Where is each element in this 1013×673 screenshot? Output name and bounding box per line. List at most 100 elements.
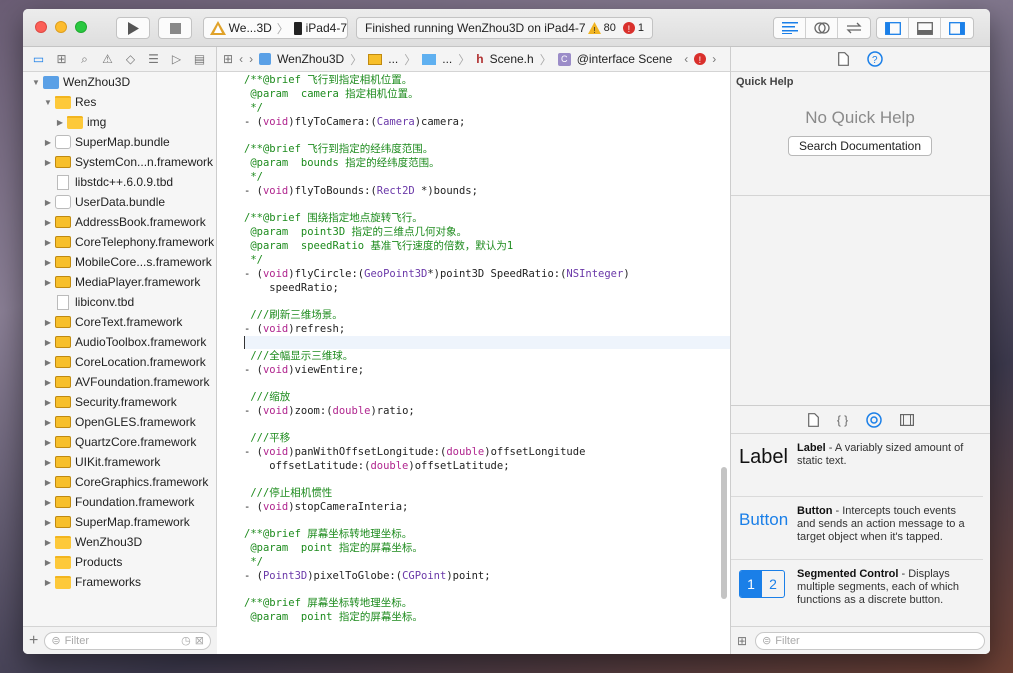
nav-item[interactable]: ▶ SuperMap.bundle (23, 132, 216, 152)
file-template-icon[interactable] (807, 412, 819, 427)
nav-item[interactable]: ▶ WenZhou3D (23, 532, 216, 552)
nav-item[interactable]: ▶ SystemCon...n.framework (23, 152, 216, 172)
disclosure-closed-icon[interactable]: ▶ (43, 238, 53, 247)
back-icon[interactable]: ‹ (239, 52, 243, 66)
nav-item[interactable]: ▶ UserData.bundle (23, 192, 216, 212)
disclosure-closed-icon[interactable]: ▶ (43, 518, 53, 527)
editor-scrollbar[interactable] (721, 467, 727, 599)
nav-item[interactable]: ▶ img (23, 112, 216, 132)
jumpbar-crumb-3[interactable]: ... (442, 52, 452, 66)
disclosure-closed-icon[interactable]: ▶ (43, 158, 53, 167)
nav-item[interactable]: ▶ Foundation.framework (23, 492, 216, 512)
search-documentation-button[interactable]: Search Documentation (787, 136, 933, 156)
nav-item[interactable]: ▶ Products (23, 552, 216, 572)
library-item-label[interactable]: Label Label - A variably sized amount of… (731, 434, 983, 497)
toggle-navigator-button[interactable] (877, 18, 909, 38)
nav-item[interactable]: libstdc++.6.0.9.tbd (23, 172, 216, 192)
disclosure-closed-icon[interactable]: ▶ (43, 218, 53, 227)
library-filter[interactable]: ⊜ Filter (755, 631, 985, 650)
navigator-filter[interactable]: ⊜ Filter ◷ ⊠ (44, 631, 211, 650)
disclosure-closed-icon[interactable]: ▶ (43, 398, 53, 407)
error-count[interactable]: 1 (638, 22, 644, 34)
disclosure-closed-icon[interactable]: ▶ (43, 358, 53, 367)
disclosure-open-icon[interactable]: ▼ (43, 98, 53, 107)
code-snippet-icon[interactable]: { } (837, 413, 848, 427)
nav-item[interactable]: ▶ MediaPlayer.framework (23, 272, 216, 292)
previous-issue-icon[interactable]: ‹ (684, 52, 688, 66)
disclosure-closed-icon[interactable]: ▶ (43, 338, 53, 347)
jumpbar-project[interactable]: WenZhou3D (277, 52, 344, 66)
toggle-inspector-button[interactable] (941, 18, 973, 38)
issue-error-icon[interactable]: ! (694, 53, 707, 65)
nav-item[interactable]: libiconv.tbd (23, 292, 216, 312)
disclosure-closed-icon[interactable]: ▶ (43, 278, 53, 287)
test-tab-icon[interactable]: ◇ (120, 52, 141, 66)
quick-help-icon[interactable]: ? (867, 51, 883, 67)
nav-item[interactable]: ▶ Security.framework (23, 392, 216, 412)
disclosure-closed-icon[interactable]: ▶ (43, 418, 53, 427)
nav-item[interactable]: ▶ CoreText.framework (23, 312, 216, 332)
file-inspector-icon[interactable] (838, 52, 849, 66)
breakpoint-tab-icon[interactable]: ▷ (166, 52, 187, 66)
disclosure-closed-icon[interactable]: ▶ (43, 498, 53, 507)
disclosure-closed-icon[interactable]: ▶ (43, 478, 53, 487)
disclosure-closed-icon[interactable]: ▶ (43, 458, 53, 467)
nav-item[interactable]: ▶ AddressBook.framework (23, 212, 216, 232)
media-library-icon[interactable] (900, 413, 915, 426)
disclosure-closed-icon[interactable]: ▶ (43, 578, 53, 587)
jumpbar-file[interactable]: Scene.h (490, 52, 534, 66)
add-icon[interactable]: + (29, 632, 38, 650)
nav-item[interactable]: ▶ OpenGLES.framework (23, 412, 216, 432)
grid-view-icon[interactable]: ⊞ (737, 634, 747, 648)
warning-count[interactable]: 80 (604, 22, 616, 34)
minimize-window-button[interactable] (55, 21, 67, 33)
assistant-editor-button[interactable] (806, 18, 838, 38)
toggle-debug-area-button[interactable] (909, 18, 941, 38)
nav-item[interactable]: ▶ UIKit.framework (23, 452, 216, 472)
zoom-window-button[interactable] (75, 21, 87, 33)
nav-item[interactable]: ▶ AVFoundation.framework (23, 372, 216, 392)
nav-item[interactable]: ▶ CoreGraphics.framework (23, 472, 216, 492)
disclosure-closed-icon[interactable]: ▶ (43, 258, 53, 267)
related-items-icon[interactable]: ⊞ (223, 52, 233, 66)
issue-tab-icon[interactable]: ⚠ (97, 52, 118, 66)
find-tab-icon[interactable]: ⌕ (74, 52, 95, 67)
debug-tab-icon[interactable]: ☰ (143, 52, 164, 66)
nav-item[interactable]: ▼ WenZhou3D (23, 72, 216, 92)
object-library-icon[interactable] (866, 411, 882, 428)
symbol-tab-icon[interactable]: ⊞ (51, 52, 72, 66)
library-item-button[interactable]: Button Button - Intercepts touch events … (731, 497, 983, 560)
jumpbar-crumb-2[interactable]: ... (388, 52, 398, 66)
report-tab-icon[interactable]: ▤ (189, 52, 210, 66)
scheme-selector[interactable]: We...3D 〉 iPad4-7 (203, 17, 348, 39)
disclosure-closed-icon[interactable]: ▶ (43, 318, 53, 327)
nav-item[interactable]: ▶ QuartzCore.framework (23, 432, 216, 452)
nav-item[interactable]: ▶ CoreLocation.framework (23, 352, 216, 372)
forward-icon[interactable]: › (249, 52, 253, 66)
folder-tab-icon[interactable]: ▭ (28, 52, 49, 66)
disclosure-open-icon[interactable]: ▼ (31, 78, 41, 87)
disclosure-closed-icon[interactable]: ▶ (43, 438, 53, 447)
nav-item[interactable]: ▶ SuperMap.framework (23, 512, 216, 532)
nav-item[interactable]: ▶ Frameworks (23, 572, 216, 592)
next-issue-icon[interactable]: › (712, 52, 716, 66)
nav-item[interactable]: ▼ Res (23, 92, 216, 112)
run-button[interactable] (116, 17, 150, 39)
version-editor-button[interactable] (838, 18, 870, 38)
disclosure-closed-icon[interactable]: ▶ (55, 118, 65, 127)
standard-editor-button[interactable] (774, 18, 806, 38)
close-window-button[interactable] (35, 21, 47, 33)
disclosure-closed-icon[interactable]: ▶ (43, 538, 53, 547)
disclosure-closed-icon[interactable]: ▶ (43, 378, 53, 387)
jumpbar-symbol[interactable]: @interface Scene (577, 52, 673, 66)
code-area[interactable]: /**@brief 飞行到指定相机位置。 @param camera 指定相机位… (217, 72, 730, 654)
nav-item[interactable]: ▶ MobileCore...s.framework (23, 252, 216, 272)
stop-button[interactable] (158, 17, 192, 39)
nav-item[interactable]: ▶ CoreTelephony.framework (23, 232, 216, 252)
scm-filter-icon[interactable]: ⊠ (195, 634, 204, 647)
recent-files-icon[interactable]: ◷ (181, 634, 191, 647)
library-item-segmented-control[interactable]: 1 2 Segmented Control - Displays multipl… (731, 560, 983, 623)
disclosure-closed-icon[interactable]: ▶ (43, 198, 53, 207)
disclosure-closed-icon[interactable]: ▶ (43, 558, 53, 567)
nav-item[interactable]: ▶ AudioToolbox.framework (23, 332, 216, 352)
